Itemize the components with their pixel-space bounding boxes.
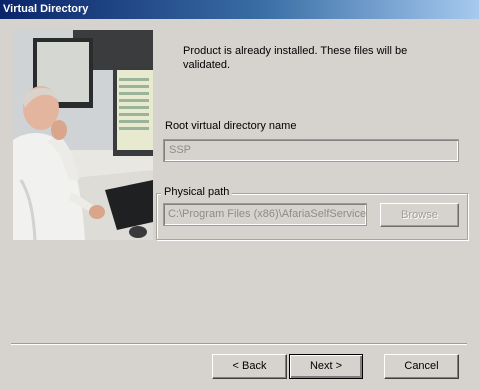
physical-path-group-label: Physical path	[161, 186, 233, 198]
root-directory-input[interactable]: SSP	[163, 139, 459, 162]
root-directory-label: Root virtual directory name	[165, 120, 297, 132]
window-title: Virtual Directory	[0, 0, 479, 19]
cancel-button[interactable]: Cancel	[384, 354, 459, 379]
button-divider	[11, 343, 467, 345]
browse-button[interactable]: Browse	[380, 203, 459, 227]
wizard-banner-image	[13, 30, 153, 240]
next-button[interactable]: Next >	[289, 354, 363, 379]
back-button[interactable]: < Back	[212, 354, 287, 379]
physical-path-input[interactable]: C:\Program Files (x86)\AfariaSelfService	[163, 203, 367, 226]
install-status-message: Product is already installed. These file…	[183, 45, 408, 71]
